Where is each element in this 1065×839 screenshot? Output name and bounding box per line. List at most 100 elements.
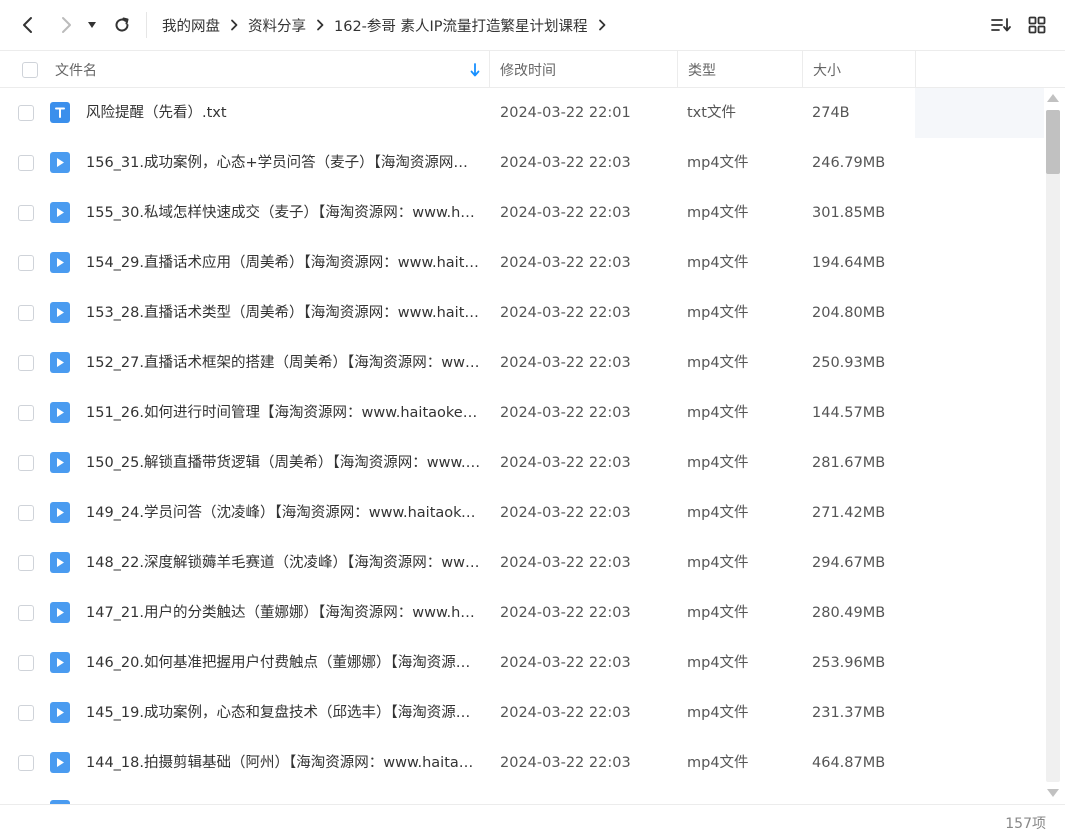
grid-view-button[interactable] [1024,12,1050,38]
file-row[interactable]: 153_28.直播话术类型（周美希）【海淘资源网：www.haitaoke.co… [0,288,1044,338]
file-name[interactable]: 146_20.如何基准把握用户付费触点（董娜娜）【海淘资源网：www.haita… [86,638,481,688]
file-size: 280.49MB [812,605,886,621]
file-name[interactable]: 152_27.直播话术框架的搭建（周美希）【海淘资源网：www.haitaoke… [86,338,481,388]
toolbar-divider [146,12,147,38]
header-divider [802,51,803,88]
file-row[interactable]: 152_27.直播话术框架的搭建（周美希）【海淘资源网：www.haitaoke… [0,338,1044,388]
file-type: mp4文件 [687,655,749,671]
file-modified-date: 2024-03-22 22:03 [500,305,631,321]
file-modified-date: 2024-03-22 22:03 [500,555,631,571]
row-checkbox[interactable] [18,155,34,171]
file-row[interactable]: 146_20.如何基准把握用户付费触点（董娜娜）【海淘资源网：www.haita… [0,638,1044,688]
file-name[interactable]: 155_30.私域怎样快速成交（麦子）【海淘资源网：www.haitaoke.c… [86,188,481,238]
row-checkbox[interactable] [18,755,34,771]
file-row[interactable]: 148_22.深度解锁薅羊毛赛道（沈凌峰）【海淘资源网：www.haitaoke… [0,538,1044,588]
video-file-icon [50,602,70,623]
row-checkbox[interactable] [18,355,34,371]
caret-down-icon [88,22,96,28]
video-file-icon [50,252,70,273]
file-row[interactable]: 151_26.如何进行时间管理【海淘资源网：www.haitaoke.com】.… [0,388,1044,438]
file-name[interactable]: 151_26.如何进行时间管理【海淘资源网：www.haitaoke.com】.… [86,388,481,438]
file-name[interactable]: 150_25.解锁直播带货逻辑（周美希）【海淘资源网：www.haitaoke.… [86,438,481,488]
select-all-checkbox[interactable] [22,61,38,78]
header-type[interactable]: 类型 [688,51,716,88]
sort-button[interactable] [988,12,1014,38]
header-name[interactable]: 文件名 [55,51,97,88]
file-modified-date: 2024-03-22 22:03 [500,405,631,421]
file-name[interactable]: 153_28.直播话术类型（周美希）【海淘资源网：www.haitaoke.co… [86,288,481,338]
file-name[interactable]: 149_24.学员问答（沈凌峰）【海淘资源网：www.haitaoke.com】… [86,488,481,538]
file-name[interactable]: 156_31.成功案例，心态+学员问答（麦子）【海淘资源网：www.haitao… [86,138,481,188]
chevron-right-icon [230,19,238,31]
file-row[interactable]: 144_18.拍摄剪辑基础（阿州）【海淘资源网：www.haitaoke.com… [0,738,1044,788]
file-list: 风险提醒（先看）.txt 2024-03-22 22:01 txt文件 274B 156… [0,88,1044,804]
file-modified-date: 2024-03-22 22:03 [500,355,631,371]
file-size: 144.57MB [812,405,886,421]
file-size: 281.67MB [812,455,886,471]
chevron-left-icon [23,17,32,33]
file-type: txt文件 [687,105,736,121]
row-checkbox[interactable] [18,405,34,421]
chevron-right-icon[interactable] [598,19,606,31]
video-file-icon [50,502,70,523]
forward-button[interactable] [52,11,80,39]
video-file-icon [50,752,70,773]
toolbar: 我的网盘 资料分享 162-参哥 素人IP流量打造繁星计划课程 [0,0,1065,50]
refresh-button[interactable] [108,11,136,39]
breadcrumb-item-current-folder[interactable]: 162-参哥 素人IP流量打造繁星计划课程 [334,15,588,36]
row-checkbox[interactable] [18,705,34,721]
chevron-right-icon [62,17,71,33]
file-name[interactable]: 148_22.深度解锁薅羊毛赛道（沈凌峰）【海淘资源网：www.haitaoke… [86,538,481,588]
file-row[interactable]: 风险提醒（先看）.txt 2024-03-22 22:01 txt文件 274B [0,88,1044,138]
file-type: mp4文件 [687,505,749,521]
file-size: 250.93MB [812,355,886,371]
row-checkbox[interactable] [18,305,34,321]
file-type: mp4文件 [687,555,749,571]
file-row[interactable]: 150_25.解锁直播带货逻辑（周美希）【海淘资源网：www.haitaoke.… [0,438,1044,488]
grid-view-icon [1028,16,1046,34]
row-checkbox[interactable] [18,555,34,571]
row-checkbox[interactable] [18,105,34,121]
video-file-icon [50,202,70,223]
file-modified-date: 2024-03-22 22:03 [500,655,631,671]
file-type: mp4文件 [687,705,749,721]
scroll-down-arrow-icon[interactable] [1047,789,1059,797]
file-name[interactable]: 154_29.直播话术应用（周美希）【海淘资源网：www.haitaoke.co… [86,238,481,288]
file-row[interactable]: 155_30.私域怎样快速成交（麦子）【海淘资源网：www.haitaoke.c… [0,188,1044,238]
file-row[interactable]: 145_19.成功案例，心态和复盘技术（邱选丰）【海淘资源网：www.haita… [0,688,1044,738]
file-row[interactable]: 156_31.成功案例，心态+学员问答（麦子）【海淘资源网：www.haitao… [0,138,1044,188]
scrollbar-thumb[interactable] [1046,110,1060,174]
row-checkbox[interactable] [18,255,34,271]
file-row[interactable]: 149_24.学员问答（沈凌峰）【海淘资源网：www.haitaoke.com】… [0,488,1044,538]
row-checkbox[interactable] [18,205,34,221]
file-row[interactable]: 147_21.用户的分类触达（董娜娜）【海淘资源网：www.haitaoke.c… [0,588,1044,638]
row-checkbox[interactable] [18,605,34,621]
file-name[interactable]: 风险提醒（先看）.txt [86,88,481,138]
scroll-up-arrow-icon[interactable] [1047,94,1059,102]
file-name[interactable]: 145_19.成功案例，心态和复盘技术（邱选丰）【海淘资源网：www.haita… [86,688,481,738]
header-modified[interactable]: 修改时间 [500,51,556,88]
breadcrumb-item-shared[interactable]: 资料分享 [248,15,306,36]
history-dropdown-button[interactable] [82,11,102,39]
file-row[interactable]: 154_29.直播话术应用（周美希）【海淘资源网：www.haitaoke.co… [0,238,1044,288]
row-checkbox[interactable] [18,455,34,471]
file-modified-date: 2024-03-22 22:03 [500,605,631,621]
file-size: 204.80MB [812,305,886,321]
file-modified-date: 2024-03-22 22:03 [500,505,631,521]
video-file-icon [50,552,70,573]
file-name[interactable]: 147_21.用户的分类触达（董娜娜）【海淘资源网：www.haitaoke.c… [86,588,481,638]
back-button[interactable] [14,11,42,39]
sort-list-icon [991,18,1011,32]
row-checkbox[interactable] [18,655,34,671]
file-size: 194.64MB [812,255,886,271]
sort-desc-icon[interactable] [470,51,480,88]
header-size[interactable]: 大小 [813,51,841,88]
file-modified-date: 2024-03-22 22:03 [500,705,631,721]
row-checkbox[interactable] [18,505,34,521]
breadcrumb-item-my-disk[interactable]: 我的网盘 [162,15,220,36]
text-file-icon [50,102,70,123]
file-name[interactable]: 144_18.拍摄剪辑基础（阿州）【海淘资源网：www.haitaoke.com… [86,738,481,788]
scrollbar-track[interactable] [1046,110,1060,782]
file-size: 294.67MB [812,555,886,571]
file-modified-date: 2024-03-22 22:03 [500,205,631,221]
